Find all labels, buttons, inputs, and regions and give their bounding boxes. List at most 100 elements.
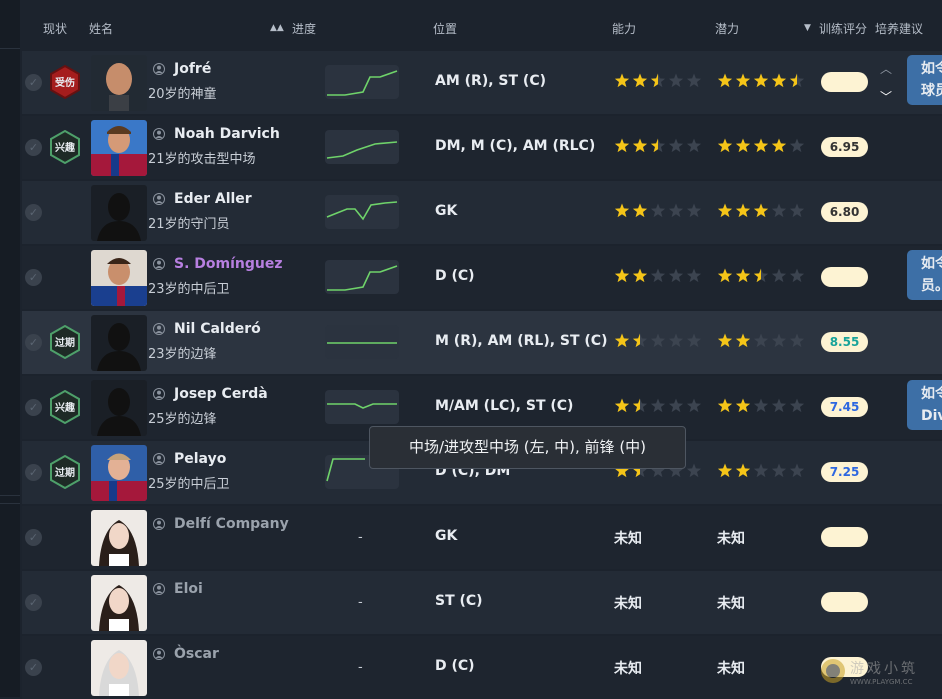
table-row[interactable]: ✓ 过期 Nil Calderó 23岁的边锋 M (R), AM (RL), ST (… — [22, 311, 942, 374]
ability-unknown: 未知 — [614, 661, 642, 677]
avatar[interactable] — [91, 445, 147, 501]
avatar[interactable] — [91, 185, 147, 241]
avatar[interactable] — [91, 55, 147, 111]
star-rating — [614, 203, 702, 218]
left-strip — [0, 0, 20, 697]
player-name[interactable]: Eloi — [174, 581, 203, 597]
sort-desc-icon[interactable]: ▼ — [804, 23, 811, 33]
player-name[interactable]: Eder Aller — [174, 191, 252, 207]
avatar[interactable] — [91, 250, 147, 306]
person-icon — [153, 258, 165, 270]
progress-sparkline[interactable] — [325, 390, 399, 424]
training-rating[interactable]: 7.25 — [821, 462, 868, 482]
table-row[interactable]: ✓ 受伤 Jofré 20岁的神童 AM (R), ST (C) 如令 球员 — [22, 51, 942, 114]
player-position[interactable]: D (C) — [435, 268, 475, 284]
player-name[interactable]: S. Domínguez — [174, 256, 283, 272]
star-rating — [614, 138, 702, 153]
player-position[interactable]: DM, M (C), AM (RLC) — [435, 138, 595, 154]
header-training[interactable]: 训练评分 — [819, 20, 867, 37]
watermark-logo: 游戏小筑 WWW.PLAYGM.CC — [818, 656, 942, 692]
table-row[interactable]: ✓ 兴趣 Noah Darvich 21岁的攻击型中场 DM, M (C), AM (R… — [22, 116, 942, 179]
potential-unknown: 未知 — [717, 596, 745, 612]
training-rating[interactable] — [821, 592, 868, 612]
player-name[interactable]: Jofré — [174, 61, 211, 77]
status-badge-label: 过期 — [55, 468, 75, 479]
table-row[interactable]: ✓ Delfí Company - GK 未知 未知 — [22, 506, 942, 569]
select-checkbox[interactable]: ✓ — [25, 659, 42, 676]
avatar[interactable] — [91, 640, 147, 696]
player-description: 25岁的中后卫 — [148, 477, 230, 492]
avatar[interactable] — [91, 510, 147, 566]
player-position[interactable]: M (R), AM (RL), ST (C) — [435, 333, 607, 349]
status-badge: 兴趣 — [49, 129, 81, 165]
player-name[interactable]: Òscar — [174, 646, 219, 662]
table-row[interactable]: ✓ Eder Aller 21岁的守门员 GK 6.80 — [22, 181, 942, 244]
scroll-down-icon[interactable]: ﹀ — [880, 88, 892, 105]
avatar[interactable] — [91, 120, 147, 176]
select-checkbox[interactable]: ✓ — [25, 529, 42, 546]
person-icon — [153, 128, 165, 140]
person-icon — [153, 648, 165, 660]
table-row[interactable]: ✓ Òscar - D (C) 未知 未知 — [22, 636, 942, 699]
progress-sparkline[interactable] — [325, 260, 399, 294]
header-name[interactable]: 姓名 — [89, 20, 113, 37]
status-badge-label: 受伤 — [55, 78, 75, 89]
training-advice-button[interactable]: 如令 员。 — [907, 250, 942, 300]
avatar[interactable] — [91, 575, 147, 631]
training-rating[interactable]: 7.45 — [821, 397, 868, 417]
progress-sparkline[interactable] — [325, 65, 399, 99]
header-progress[interactable]: 进度 — [292, 20, 316, 37]
table-header: 现状 姓名 ▲▲ 进度 位置 能力 潜力 ▼ 训练评分 培养建议 — [20, 10, 942, 46]
player-name[interactable]: Josep Cerdà — [174, 386, 268, 402]
header-potential[interactable]: 潜力 — [715, 20, 739, 37]
select-checkbox[interactable]: ✓ — [25, 269, 42, 286]
header-advice[interactable]: 培养建议 — [875, 20, 923, 37]
avatar[interactable] — [91, 380, 147, 436]
person-icon — [153, 323, 165, 335]
select-checkbox[interactable]: ✓ — [25, 594, 42, 611]
header-position[interactable]: 位置 — [433, 20, 457, 37]
training-rating[interactable]: 6.95 — [821, 137, 868, 157]
table-row[interactable]: ✓ Eloi - ST (C) 未知 未知 — [22, 571, 942, 634]
star-rating — [717, 398, 805, 413]
training-advice-button[interactable]: 如令 Div — [907, 380, 942, 430]
progress-empty: - — [358, 660, 363, 675]
sort-asc-icon[interactable]: ▲▲ — [270, 23, 284, 33]
training-rating[interactable] — [821, 267, 868, 287]
progress-sparkline[interactable] — [325, 195, 399, 229]
player-position[interactable]: GK — [435, 203, 457, 219]
progress-sparkline[interactable] — [325, 325, 399, 359]
training-rating[interactable]: 6.80 — [821, 202, 868, 222]
select-checkbox[interactable]: ✓ — [25, 139, 42, 156]
player-name[interactable]: Delfí Company — [174, 516, 289, 532]
select-checkbox[interactable]: ✓ — [25, 74, 42, 91]
progress-sparkline[interactable] — [325, 130, 399, 164]
watermark-emblem-icon — [821, 659, 845, 683]
training-rating[interactable]: 8.55 — [821, 332, 868, 352]
person-icon — [153, 583, 165, 595]
watermark-sub: WWW.PLAYGM.CC — [850, 678, 913, 686]
person-icon — [153, 518, 165, 530]
header-status[interactable]: 现状 — [43, 20, 67, 37]
status-badge-label: 过期 — [55, 338, 75, 349]
star-rating — [614, 398, 702, 413]
player-position[interactable]: D (C) — [435, 658, 475, 674]
avatar[interactable] — [91, 315, 147, 371]
player-position[interactable]: GK — [435, 528, 457, 544]
training-rating[interactable] — [821, 527, 868, 547]
player-name[interactable]: Nil Calderó — [174, 321, 261, 337]
header-ability[interactable]: 能力 — [612, 20, 636, 37]
player-position[interactable]: ST (C) — [435, 593, 483, 609]
select-checkbox[interactable]: ✓ — [25, 334, 42, 351]
scroll-up-icon[interactable]: ︿ — [880, 60, 892, 77]
training-rating[interactable] — [821, 72, 868, 92]
select-checkbox[interactable]: ✓ — [25, 204, 42, 221]
training-advice-button[interactable]: 如令 球员 — [907, 55, 942, 105]
player-position[interactable]: AM (R), ST (C) — [435, 73, 546, 89]
player-name[interactable]: Noah Darvich — [174, 126, 280, 142]
select-checkbox[interactable]: ✓ — [25, 399, 42, 416]
player-name[interactable]: Pelayo — [174, 451, 226, 467]
player-position[interactable]: M/AM (LC), ST (C) — [435, 398, 573, 414]
table-row[interactable]: ✓ S. Domínguez 23岁的中后卫 D (C) 如令 员。 — [22, 246, 942, 309]
select-checkbox[interactable]: ✓ — [25, 464, 42, 481]
